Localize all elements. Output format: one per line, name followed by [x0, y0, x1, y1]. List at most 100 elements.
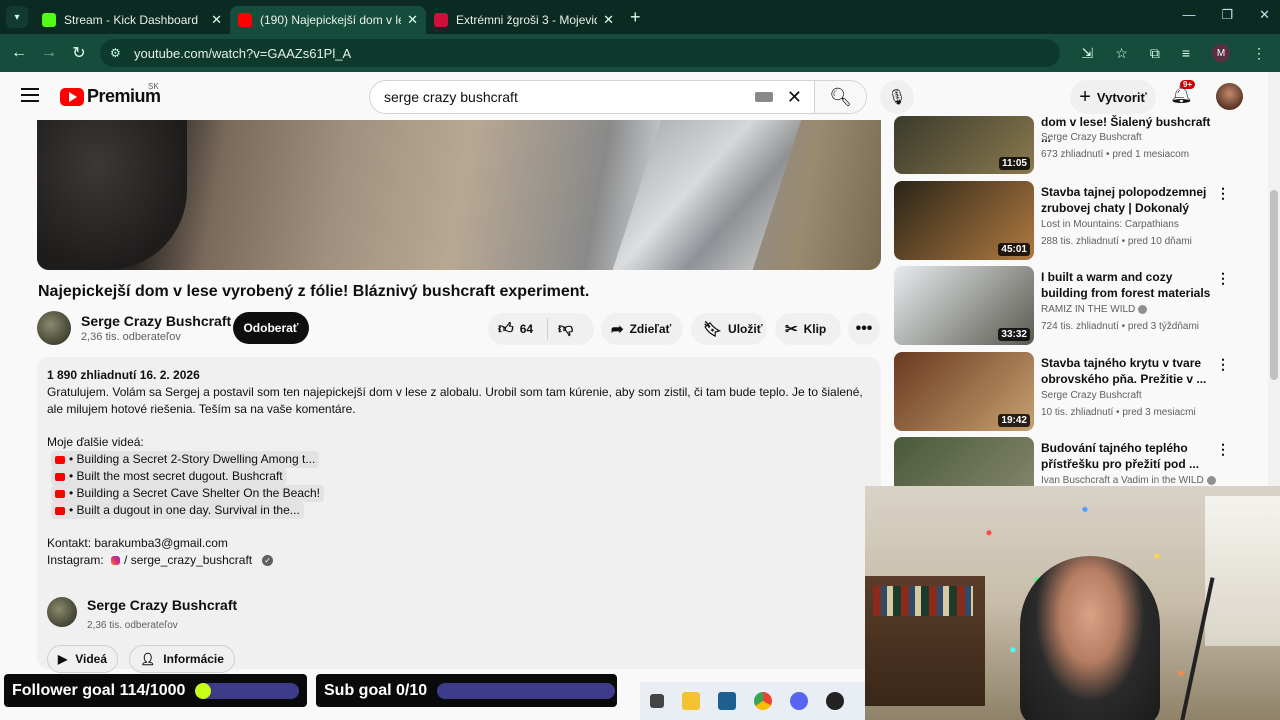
video-player[interactable] [37, 120, 881, 270]
tab-kick-dashboard[interactable]: Stream - Kick Dashboard ✕ [34, 6, 230, 34]
duration-badge: 45:01 [998, 243, 1030, 256]
close-tab-icon[interactable]: ✕ [407, 12, 418, 28]
tab-youtube-video[interactable]: (190) Najepickejší dom v lese vy ✕ [230, 6, 426, 34]
recommendation-item[interactable]: 11:05 dom v lese! Šialený bushcraft ... … [894, 96, 1264, 176]
discord-icon[interactable] [790, 692, 808, 710]
video-thumbnail: 33:32 [894, 266, 1034, 345]
rec-channel-line: RAMIZ IN THE WILD [1041, 304, 1148, 315]
close-tab-icon[interactable]: ✕ [603, 12, 614, 28]
video-play-icon: ▶ [58, 651, 68, 666]
more-vertical-icon[interactable]: ⋮ [1216, 356, 1230, 373]
minimize-icon[interactable]: — [1182, 7, 1195, 23]
rec-meta: 288 tis. zhliadnutí • pred 10 dňami [1041, 236, 1192, 247]
close-tab-icon[interactable]: ✕ [211, 12, 222, 28]
rec-channel: Serge Crazy Bushcraft [1041, 390, 1142, 401]
media-controls-icon[interactable]: ≡ [1182, 45, 1190, 61]
search-button[interactable]: 🔍︎ [814, 81, 866, 113]
store-icon[interactable] [718, 692, 736, 710]
videos-button[interactable]: ▶ Videá [47, 645, 119, 673]
follower-goal-label: Follower goal 114/1000 [12, 681, 186, 699]
video-thumbnail [894, 437, 1034, 487]
dislike-button[interactable]: 👎︎ [548, 320, 573, 338]
rec-title: Stavba tajnej polopodzemnej zrubovej cha… [1041, 185, 1207, 218]
search-input[interactable]: serge crazy bushcraft [370, 89, 755, 105]
subscriber-count: 2,36 tis. odberateľov [87, 620, 178, 631]
new-tab-button[interactable]: + [630, 7, 641, 28]
description-text: Gratulujem. Volám sa Sergej a postavil s… [47, 385, 863, 416]
keyboard-icon[interactable] [754, 92, 773, 102]
site-info-icon[interactable]: ⚙ [110, 46, 124, 60]
forward-button[interactable]: → [34, 44, 64, 62]
save-button[interactable]: 🔖︎ Uložiť [691, 313, 767, 345]
rec-meta: 673 zhliadnutí • pred 1 mesiacom [1041, 149, 1190, 160]
file-explorer-icon[interactable] [682, 692, 700, 710]
recommendation-item[interactable]: 19:42 Stavba tajného krytu v tvare obrov… [894, 352, 1264, 432]
views-and-date: 1 890 zhliadnutí 16. 2. 2026 [47, 368, 200, 382]
duration-badge: 33:32 [998, 328, 1030, 341]
youtube-premium-logo[interactable]: Premium SK [60, 82, 161, 107]
rec-channel-line: Ivan Buschcraft a Vadim in the WILD [1041, 475, 1216, 486]
subscribe-button[interactable]: Odoberať [233, 312, 309, 344]
rec-channel: Lost in Mountains: Carpathians [1041, 219, 1179, 230]
video-thumbnail: 11:05 [894, 116, 1034, 174]
profile-avatar[interactable]: M [1212, 44, 1230, 62]
restore-icon[interactable]: ❐ [1221, 7, 1233, 23]
share-button[interactable]: ➦ Zdieľať [601, 313, 683, 345]
rec-channel: Ivan Buschcraft a Vadim in the WILD [1041, 475, 1204, 486]
more-vertical-icon[interactable]: ⋮ [1216, 270, 1230, 287]
more-vertical-icon[interactable]: ⋮ [1216, 185, 1230, 202]
share-arrow-icon: ➦ [611, 321, 624, 338]
bookmark-star-icon[interactable]: ☆ [1115, 45, 1128, 62]
install-app-icon[interactable]: ⇲ [1082, 45, 1094, 62]
video-link[interactable]: • Building a Secret Cave Shelter On the … [47, 485, 871, 502]
video-link[interactable]: • Built the most secret dugout. Bushcraf… [47, 468, 871, 485]
recommendation-item[interactable]: 33:32 I built a warm and cozy building f… [894, 266, 1264, 346]
close-window-icon[interactable]: ✕ [1259, 7, 1270, 23]
rec-meta: 10 tis. zhliadnutí • pred 3 mesiacmi [1041, 407, 1196, 418]
tab-search-button[interactable]: ▾ [6, 6, 28, 28]
video-link[interactable]: • Building a Secret 2-Story Dwelling Amo… [47, 451, 871, 468]
video-description[interactable]: 1 890 zhliadnutí 16. 2. 2026 Gratulujem.… [37, 357, 881, 673]
recommendation-item[interactable]: 45:01 Stavba tajnej polopodzemnej zrubov… [894, 181, 1264, 261]
chrome-icon[interactable] [754, 692, 772, 710]
recommendation-item[interactable]: Budování tajného teplého přístřešku pro … [894, 437, 1264, 487]
verified-icon [1138, 304, 1148, 314]
contact-text: Kontakt: barakumba3@gmail.com [47, 536, 228, 550]
back-button[interactable]: ← [4, 44, 34, 62]
tab-title: Stream - Kick Dashboard [64, 13, 199, 27]
rec-meta: 724 tis. zhliadnutí • pred 3 týždňami [1041, 321, 1200, 332]
task-view-icon[interactable] [650, 694, 664, 708]
like-button[interactable]: 👍︎ 64 [488, 318, 548, 340]
more-actions-button[interactable]: ••• [848, 313, 880, 345]
youtube-mini-icon [55, 489, 65, 498]
duration-badge: 19:42 [998, 414, 1030, 427]
more-vertical-icon[interactable]: ⋮ [1216, 441, 1230, 458]
tab-mojevideo[interactable]: Extrémni žgroši 3 - Mojevideo ✕ [426, 6, 622, 34]
instagram-line: Instagram: / serge_crazy_bushcraft ✓ [47, 552, 871, 569]
video-link[interactable]: • Built a dugout in one day. Survival in… [47, 502, 871, 519]
clip-label: Klip [803, 322, 827, 336]
follower-goal-fill [195, 682, 212, 699]
books [873, 586, 973, 616]
scrollbar-thumb[interactable] [1270, 190, 1278, 380]
instagram-link[interactable]: / serge_crazy_bushcraft [124, 553, 252, 567]
subscriber-count: 2,36 tis. odberateľov [81, 331, 181, 343]
save-label: Uložiť [728, 322, 763, 336]
reload-button[interactable]: ↻ [64, 43, 94, 63]
extensions-icon[interactable]: ⧉ [1150, 45, 1160, 62]
channel-avatar[interactable] [37, 311, 71, 345]
sub-goal-label: Sub goal 0/10 [324, 681, 428, 699]
guide-menu-icon[interactable] [21, 88, 39, 102]
more-videos-label: Moje ďalšie videá: [47, 435, 144, 449]
clip-button[interactable]: ✂ Klip [775, 313, 841, 345]
toolbar-icons: ⇲ ☆ ⧉ ≡ M ⋮ [1082, 44, 1266, 62]
video-thumbnail: 19:42 [894, 352, 1034, 431]
browser-menu-icon[interactable]: ⋮ [1252, 45, 1266, 62]
like-count: 64 [519, 322, 534, 336]
address-bar[interactable]: ⚙ youtube.com/watch?v=GAAZs61Pl_A [100, 39, 1060, 67]
obs-icon[interactable] [826, 692, 844, 710]
about-button[interactable]: 👤︎ Informácie [129, 645, 235, 673]
clear-search-icon[interactable]: ✕ [787, 87, 802, 108]
follower-goal-widget: Follower goal 114/1000 [4, 674, 307, 707]
channel-name[interactable]: Serge Crazy Bushcraft [81, 313, 231, 329]
